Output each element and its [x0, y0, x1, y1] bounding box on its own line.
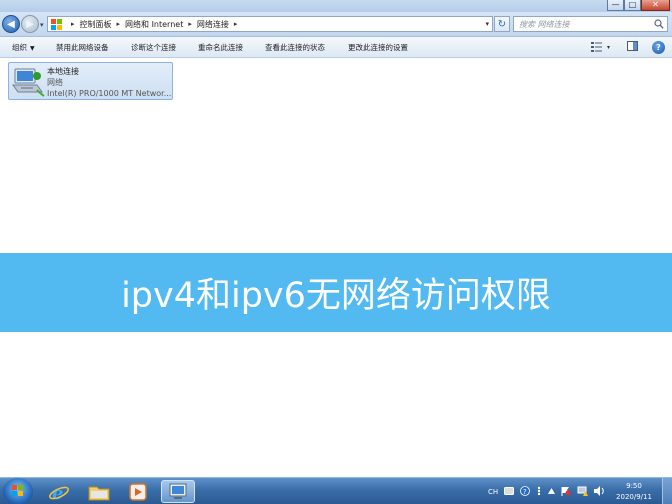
minimize-button[interactable]: — — [607, 0, 624, 11]
recent-pages-dropdown[interactable]: ▾ — [40, 21, 44, 29]
title-bar: — □ ✕ — [0, 0, 672, 12]
network-connections-icon — [169, 483, 187, 499]
show-hidden-icons-icon[interactable] — [548, 487, 556, 496]
network-adapter-icon — [11, 66, 45, 98]
clock[interactable]: 9:50 2020/9/11 — [610, 481, 658, 503]
breadcrumb-separator[interactable]: ▸ — [117, 20, 121, 28]
adapter-name: Intel(R) PRO/1000 MT Networ... — [47, 89, 172, 98]
breadcrumb-network-and-internet[interactable]: 网络和 Internet — [125, 19, 183, 30]
folder-icon — [88, 486, 110, 500]
help-button[interactable]: ? — [652, 40, 665, 54]
rename-connection-button[interactable]: 重命名此连接 — [198, 42, 243, 53]
volume-icon[interactable] — [594, 485, 605, 498]
preview-pane-icon — [627, 41, 638, 53]
svg-text:?: ? — [523, 488, 527, 496]
breadcrumb-separator[interactable]: ▸ — [188, 20, 192, 28]
navigation-bar: ◀ ▶ ▾ ▸ 控制面板 ▸ 网络和 Internet ▸ 网络连接 ▸ ▾ ↻… — [0, 12, 672, 37]
action-center-flag-icon[interactable] — [561, 486, 571, 498]
control-panel-icon — [51, 18, 62, 30]
search-icon[interactable] — [654, 19, 664, 29]
diagnose-connection-button[interactable]: 诊断这个连接 — [131, 42, 176, 53]
command-bar: 组织 ▼ 禁用此网络设备 诊断这个连接 重命名此连接 查看此连接的状态 更改此连接… — [0, 37, 672, 58]
help-tray-icon[interactable]: ? — [520, 485, 531, 498]
help-icon: ? — [652, 40, 665, 54]
forward-button[interactable]: ▶ — [21, 15, 39, 33]
organize-button[interactable]: 组织 ▼ — [12, 42, 35, 53]
breadcrumb-network-connections[interactable]: 网络连接 — [197, 19, 229, 30]
search-input[interactable]: 搜索 网络连接 — [519, 19, 570, 30]
back-button[interactable]: ◀ — [2, 15, 20, 33]
refresh-button[interactable]: ↻ — [494, 16, 510, 32]
maximize-button[interactable]: □ — [624, 0, 641, 11]
address-bar[interactable]: ▸ 控制面板 ▸ 网络和 Internet ▸ 网络连接 ▸ ▾ — [47, 16, 493, 32]
system-tray: CH ? — [488, 478, 611, 504]
preview-pane-button[interactable] — [627, 40, 638, 54]
chevron-down-icon: ▼ — [30, 45, 35, 52]
keyboard-icon[interactable] — [504, 486, 515, 497]
breadcrumb-separator[interactable]: ▸ — [234, 20, 238, 28]
organize-label: 组织 — [12, 43, 27, 52]
disable-device-button[interactable]: 禁用此网络设备 — [56, 42, 109, 53]
taskbar: e CH ? 9:50 2020/9/11 — [0, 477, 672, 504]
media-player-icon — [129, 482, 147, 501]
banner-text: ipv4和ipv6无网络访问权限 — [121, 276, 551, 316]
details-view-icon — [591, 42, 603, 52]
internet-explorer-icon: e — [49, 483, 69, 502]
address-dropdown-icon[interactable]: ▾ — [485, 20, 489, 28]
language-indicator[interactable]: CH — [488, 488, 498, 496]
connection-name: 本地连接 — [47, 67, 79, 76]
windows-logo-icon — [12, 485, 23, 496]
taskbar-network-connections[interactable] — [161, 480, 195, 503]
clock-time: 9:50 — [626, 482, 642, 490]
clock-date: 2020/9/11 — [616, 493, 652, 501]
taskbar-file-explorer[interactable] — [82, 480, 116, 503]
connection-status: 网络 — [47, 78, 63, 87]
show-desktop-button[interactable] — [662, 478, 672, 504]
window-controls: — □ ✕ — [607, 0, 670, 11]
change-view-button[interactable]: ▾ — [591, 40, 610, 54]
breadcrumb-separator[interactable]: ▸ — [71, 20, 75, 28]
title-banner: ipv4和ipv6无网络访问权限 — [0, 253, 672, 332]
breadcrumb-control-panel[interactable]: 控制面板 — [80, 19, 112, 30]
view-dropdown-icon: ▾ — [607, 43, 611, 51]
network-warning-icon[interactable] — [577, 486, 589, 498]
view-status-button[interactable]: 查看此连接的状态 — [265, 42, 325, 53]
taskbar-media-player[interactable] — [121, 480, 155, 503]
close-button[interactable]: ✕ — [641, 0, 670, 11]
start-button[interactable] — [3, 478, 33, 504]
local-connection-item[interactable]: 本地连接 网络 Intel(R) PRO/1000 MT Networ... — [8, 62, 173, 100]
taskbar-internet-explorer[interactable]: e — [42, 480, 76, 503]
search-box[interactable]: 搜索 网络连接 — [513, 16, 668, 32]
change-settings-button[interactable]: 更改此连接的设置 — [348, 42, 408, 53]
input-options-icon[interactable] — [536, 486, 542, 498]
